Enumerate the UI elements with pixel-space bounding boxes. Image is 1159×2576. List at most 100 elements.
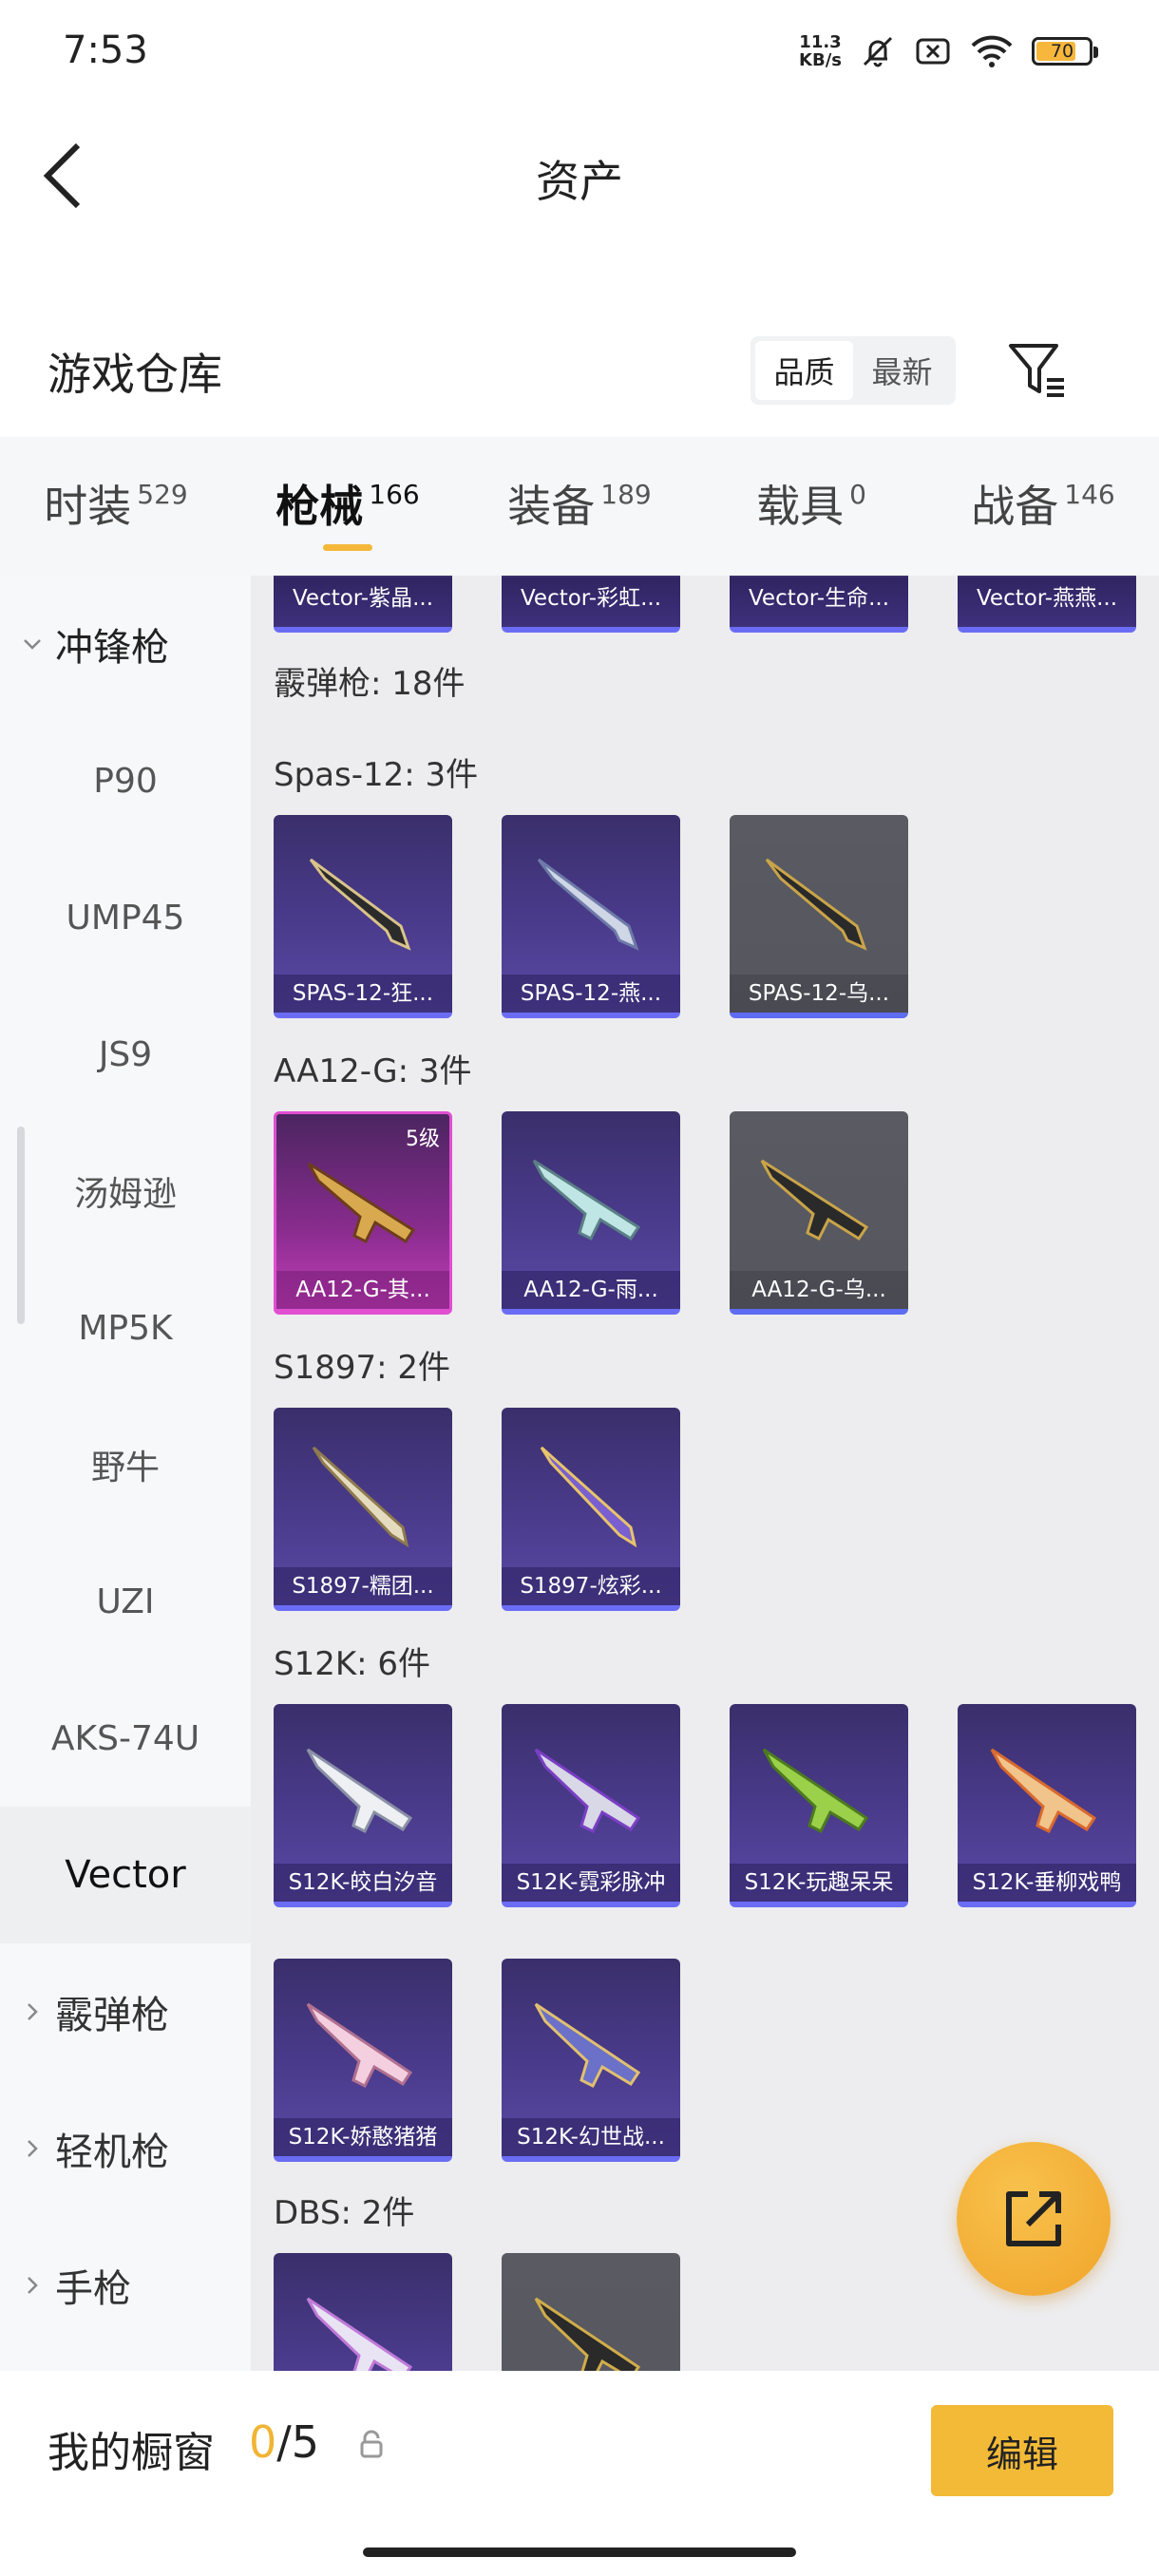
category-tabs: 时装 529 枪械 166 装备 189 载具 0 战备 146 bbox=[0, 437, 1159, 576]
sidebar-item-ump45[interactable]: UMP45 bbox=[0, 849, 251, 986]
sidebar-group-label: 手枪 bbox=[55, 2267, 131, 2311]
weapon-card[interactable] bbox=[274, 2253, 452, 2371]
tab-count: 166 bbox=[369, 478, 420, 510]
share-button[interactable] bbox=[957, 2142, 1111, 2296]
shotgun-icon bbox=[309, 858, 411, 951]
sidebar-group-label: 霰弹枪 bbox=[55, 1994, 169, 2037]
weapon-card[interactable]: S12K-娇憨猪猪 bbox=[274, 1959, 452, 2162]
shotgun-icon bbox=[765, 858, 867, 951]
weapon-card[interactable]: S12K-霓彩脉冲 bbox=[502, 1704, 680, 1907]
tab-label: 战备 bbox=[971, 481, 1059, 532]
sidebar-group-smg[interactable]: 冲锋枪 bbox=[0, 576, 251, 712]
rifle-icon bbox=[307, 1162, 416, 1244]
weapon-grid: Vector-紫晶... Vector-彩虹... Vector-生命... V… bbox=[251, 576, 1159, 2371]
sidebar-item-uzi[interactable]: UZI bbox=[0, 1533, 251, 1670]
section-header: 游戏仓库 品质 最新 bbox=[0, 313, 1159, 427]
showcase-label: 我的橱窗 bbox=[48, 2429, 215, 2477]
chevron-right-icon bbox=[28, 2277, 38, 2294]
weapon-card[interactable]: AA12-G-乌... bbox=[730, 1111, 908, 1315]
weapon-card[interactable]: SPAS-12-燕... bbox=[502, 815, 680, 1018]
weapon-card[interactable]: S12K-垂柳戏鸭 bbox=[958, 1704, 1136, 1907]
sidebar-group-shotgun[interactable]: 霰弹枪 bbox=[0, 1943, 251, 2080]
sidebar-group-lmg[interactable]: 轻机枪 bbox=[0, 2080, 251, 2217]
sidebar-item-p90[interactable]: P90 bbox=[0, 712, 251, 849]
tab-label: 装备 bbox=[507, 481, 596, 532]
tab-fashion[interactable]: 时装 529 bbox=[0, 437, 232, 576]
weapon-card[interactable]: Vector-燕燕... bbox=[958, 576, 1136, 633]
section-title: 游戏仓库 bbox=[48, 349, 222, 400]
weapon-group-heading: DBS: 2件 bbox=[274, 2194, 415, 2232]
tab-count: 529 bbox=[137, 478, 188, 510]
tab-equipment[interactable]: 装备 189 bbox=[464, 437, 695, 576]
filter-icon bbox=[1009, 344, 1064, 397]
sidebar-group-label: 轻机枪 bbox=[55, 2131, 169, 2174]
weapon-card-name: S12K-幻世战... bbox=[502, 2118, 680, 2156]
sidebar-item-mp5k[interactable]: MP5K bbox=[0, 1260, 251, 1396]
tab-tactical[interactable]: 战备 146 bbox=[927, 437, 1159, 576]
status-time: 7:53 bbox=[63, 28, 148, 72]
weapon-group-heading: S12K: 6件 bbox=[274, 1645, 431, 1683]
sidebar-scrollbar[interactable] bbox=[17, 1127, 25, 1324]
showcase-bar: 我的橱窗 0/5 编辑 bbox=[0, 2371, 1159, 2576]
home-indicator bbox=[363, 2548, 796, 2557]
weapon-card-name: SPAS-12-乌... bbox=[730, 975, 908, 1013]
weapon-card[interactable]: AA12-G-雨... bbox=[502, 1111, 680, 1315]
edit-button[interactable]: 编辑 bbox=[931, 2405, 1113, 2496]
page-title: 资产 bbox=[536, 156, 623, 207]
no-sim-icon bbox=[916, 38, 950, 65]
lock-icon bbox=[360, 2430, 383, 2458]
sidebar-item-aks74u[interactable]: AKS-74U bbox=[0, 1670, 251, 1807]
weapon-card[interactable]: S12K-皎白汐音 bbox=[274, 1704, 452, 1907]
weapon-card-name: Vector-生命... bbox=[730, 578, 908, 627]
weapon-card-name: S12K-霓彩脉冲 bbox=[502, 1864, 680, 1902]
weapon-card[interactable]: Vector-彩虹... bbox=[502, 576, 680, 633]
weapon-group-heading: Spas-12: 3件 bbox=[274, 756, 479, 794]
rifle-icon bbox=[534, 2002, 641, 2089]
shotgun-icon bbox=[537, 858, 639, 951]
sidebar-item-js9[interactable]: JS9 bbox=[0, 986, 251, 1123]
weapon-card-name: S12K-皎白汐音 bbox=[274, 1864, 452, 1902]
tab-count: 189 bbox=[600, 478, 652, 510]
chevron-right-icon bbox=[28, 2140, 38, 2157]
sort-newest-button[interactable]: 最新 bbox=[853, 341, 951, 400]
mute-icon bbox=[863, 36, 893, 67]
rifle-icon bbox=[990, 1748, 1097, 1834]
weapon-card[interactable]: 5级 AA12-G-其... bbox=[274, 1111, 452, 1315]
rifle-icon bbox=[306, 2002, 413, 2089]
shotgun-icon bbox=[540, 1446, 637, 1548]
weapon-card-name: S12K-垂柳戏鸭 bbox=[958, 1864, 1136, 1902]
weapon-card[interactable]: SPAS-12-乌... bbox=[730, 815, 908, 1018]
weapon-card-name: SPAS-12-狂... bbox=[274, 975, 452, 1013]
weapon-card[interactable]: S12K-玩趣呆呆 bbox=[730, 1704, 908, 1907]
sidebar-item-thompson[interactable]: 汤姆逊 bbox=[0, 1123, 251, 1260]
rifle-icon bbox=[760, 1159, 869, 1241]
weapon-card-name: S1897-糯团... bbox=[274, 1567, 452, 1605]
rifle-icon bbox=[306, 1748, 413, 1834]
sidebar-item-vector[interactable]: Vector bbox=[0, 1807, 251, 1943]
weapon-card[interactable]: Vector-生命... bbox=[730, 576, 908, 633]
filter-button[interactable] bbox=[1007, 340, 1068, 401]
weapon-card-name: Vector-紫晶... bbox=[274, 578, 452, 627]
weapon-card-name: AA12-G-乌... bbox=[730, 1271, 908, 1309]
sidebar-group-pistol[interactable]: 手枪 bbox=[0, 2217, 251, 2354]
sidebar-group-label: 冲锋枪 bbox=[55, 626, 169, 670]
weapon-card-name: SPAS-12-燕... bbox=[502, 975, 680, 1013]
weapon-card[interactable] bbox=[502, 2253, 680, 2371]
sidebar-item-bizon[interactable]: 野牛 bbox=[0, 1396, 251, 1533]
showcase-count: 0/5 bbox=[249, 2416, 319, 2468]
shotgun-icon bbox=[534, 2297, 641, 2371]
weapon-card[interactable]: SPAS-12-狂... bbox=[274, 815, 452, 1018]
weapon-card-name: AA12-G-其... bbox=[276, 1271, 449, 1309]
weapon-card[interactable]: S12K-幻世战... bbox=[502, 1959, 680, 2162]
tab-label: 载具 bbox=[756, 481, 845, 532]
showcase-total: /5 bbox=[276, 2416, 320, 2468]
weapon-card[interactable]: S1897-糯团... bbox=[274, 1408, 452, 1611]
weapon-card[interactable]: S1897-炫彩... bbox=[502, 1408, 680, 1611]
tab-firearms[interactable]: 枪械 166 bbox=[232, 437, 464, 576]
category-count-heading: 霰弹枪: 18件 bbox=[274, 665, 466, 703]
sort-quality-button[interactable]: 品质 bbox=[755, 341, 853, 400]
weapon-card[interactable]: Vector-紫晶... bbox=[274, 576, 452, 633]
tab-vehicles[interactable]: 载具 0 bbox=[695, 437, 927, 576]
net-speed: 11.3 KB/s bbox=[799, 32, 842, 70]
rifle-icon bbox=[532, 1159, 641, 1241]
